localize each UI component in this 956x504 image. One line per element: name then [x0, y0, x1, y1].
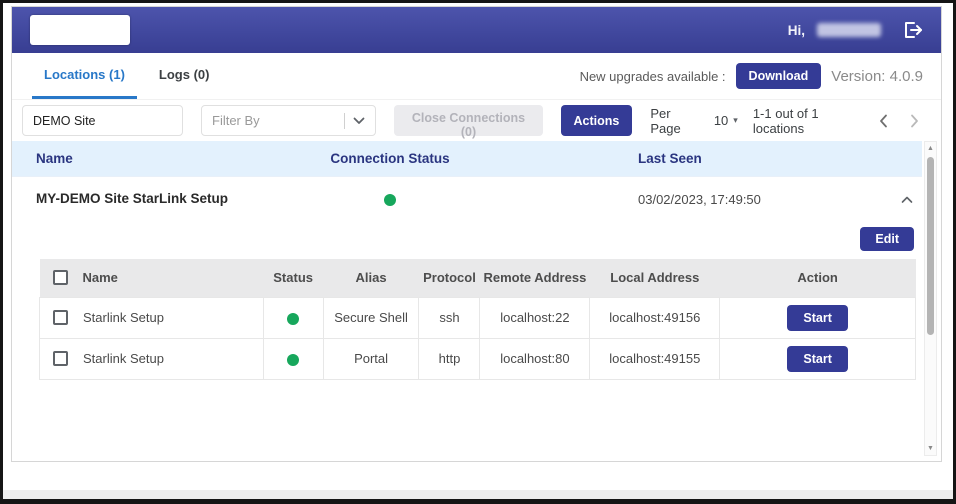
location-name: MY-DEMO Site StarLink Setup — [36, 191, 228, 206]
scroll-down-arrow-icon[interactable]: ▼ — [925, 445, 936, 452]
column-header-remote-address: Remote Address — [480, 259, 590, 297]
connection-alias: Secure Shell — [323, 297, 419, 338]
select-divider — [344, 113, 345, 129]
connection-row: Starlink Setup Secure Shell ssh localhos… — [40, 297, 916, 338]
last-seen-value: 03/02/2023, 17:49:50 — [638, 192, 761, 207]
next-page-button[interactable] — [907, 112, 923, 130]
user-name-redacted — [817, 23, 881, 37]
filter-toolbar: Filter By Close Connections (0) Actions … — [12, 100, 941, 141]
column-header-name: Name — [83, 270, 118, 285]
connection-remote-address: localhost:80 — [480, 338, 590, 379]
dropdown-arrow-icon: ▾ — [733, 115, 738, 126]
pagination-range-text: 1-1 out of 1 locations — [753, 106, 861, 136]
connection-name: Starlink Setup — [83, 310, 164, 325]
logout-icon[interactable] — [901, 19, 925, 41]
tab-logs[interactable]: Logs (0) — [147, 53, 222, 99]
location-row[interactable]: MY-DEMO Site StarLink Setup 03/02/2023, … — [12, 177, 922, 223]
connections-table: Name Status Alias Protocol Remote Addres… — [39, 259, 916, 380]
filter-by-placeholder: Filter By — [212, 113, 336, 128]
row-checkbox[interactable] — [53, 310, 68, 325]
connection-row: Starlink Setup Portal http localhost:80 … — [40, 338, 916, 379]
app-panel: Hi, Locations (1) Logs (0) New upgrades … — [11, 6, 942, 462]
per-page-select[interactable]: 10 ▾ — [714, 113, 738, 128]
upgrade-message: New upgrades available : — [580, 69, 726, 84]
connections-header-row: Name Status Alias Protocol Remote Addres… — [40, 259, 916, 297]
column-header-alias: Alias — [323, 259, 419, 297]
upgrade-area: New upgrades available : Download Versio… — [580, 63, 923, 89]
column-header-protocol: Protocol — [419, 259, 480, 297]
version-label: Version: 4.0.9 — [831, 68, 923, 85]
status-dot — [287, 354, 299, 366]
pagination-area: Per Page 10 ▾ 1-1 out of 1 locations — [650, 106, 923, 136]
scrollbar-thumb[interactable] — [927, 157, 934, 335]
tab-bar: Locations (1) Logs (0) New upgrades avai… — [12, 53, 941, 100]
column-header-local-address: Local Address — [590, 259, 720, 297]
connection-protocol: ssh — [419, 297, 480, 338]
site-search-input[interactable] — [22, 105, 183, 136]
download-button[interactable]: Download — [736, 63, 822, 89]
connection-status-dot — [384, 194, 396, 206]
connection-local-address: localhost:49155 — [590, 338, 720, 379]
tabs: Locations (1) Logs (0) — [32, 53, 231, 99]
select-all-checkbox[interactable] — [53, 270, 68, 285]
filter-by-select[interactable]: Filter By — [201, 105, 376, 136]
app-window: Hi, Locations (1) Logs (0) New upgrades … — [0, 0, 956, 504]
column-header-action: Action — [720, 259, 916, 297]
edit-button[interactable]: Edit — [860, 227, 914, 251]
prev-page-button[interactable] — [876, 112, 892, 130]
start-button[interactable]: Start — [787, 346, 847, 372]
top-header-bar: Hi, — [12, 7, 941, 53]
column-header-status: Status — [263, 259, 323, 297]
actions-button[interactable]: Actions — [561, 105, 633, 136]
greeting-text: Hi, — [788, 23, 805, 38]
scroll-up-arrow-icon[interactable]: ▲ — [925, 145, 936, 152]
locations-table-area: Name Connection Status Last Seen MY-DEMO… — [12, 141, 941, 461]
column-header-name: Name — [36, 151, 73, 166]
column-header-last-seen: Last Seen — [638, 151, 702, 166]
vertical-scrollbar[interactable]: ▲ ▼ — [924, 141, 937, 456]
connection-alias: Portal — [323, 338, 419, 379]
user-area: Hi, — [788, 19, 925, 41]
window-bottom-strip — [3, 490, 953, 499]
row-checkbox[interactable] — [53, 351, 68, 366]
connection-local-address: localhost:49156 — [590, 297, 720, 338]
column-header-connection-status: Connection Status — [330, 151, 449, 166]
chevron-down-icon — [353, 117, 365, 125]
tab-locations[interactable]: Locations (1) — [32, 53, 137, 99]
per-page-label: Per Page — [650, 106, 698, 136]
start-button[interactable]: Start — [787, 305, 847, 331]
locations-table-header: Name Connection Status Last Seen — [12, 141, 922, 177]
per-page-value: 10 — [714, 113, 728, 128]
status-dot — [287, 313, 299, 325]
connection-protocol: http — [419, 338, 480, 379]
collapse-chevron-icon[interactable] — [900, 193, 914, 207]
app-logo — [30, 15, 130, 45]
close-connections-button[interactable]: Close Connections (0) — [394, 105, 542, 136]
connection-remote-address: localhost:22 — [480, 297, 590, 338]
connection-name: Starlink Setup — [83, 351, 164, 366]
